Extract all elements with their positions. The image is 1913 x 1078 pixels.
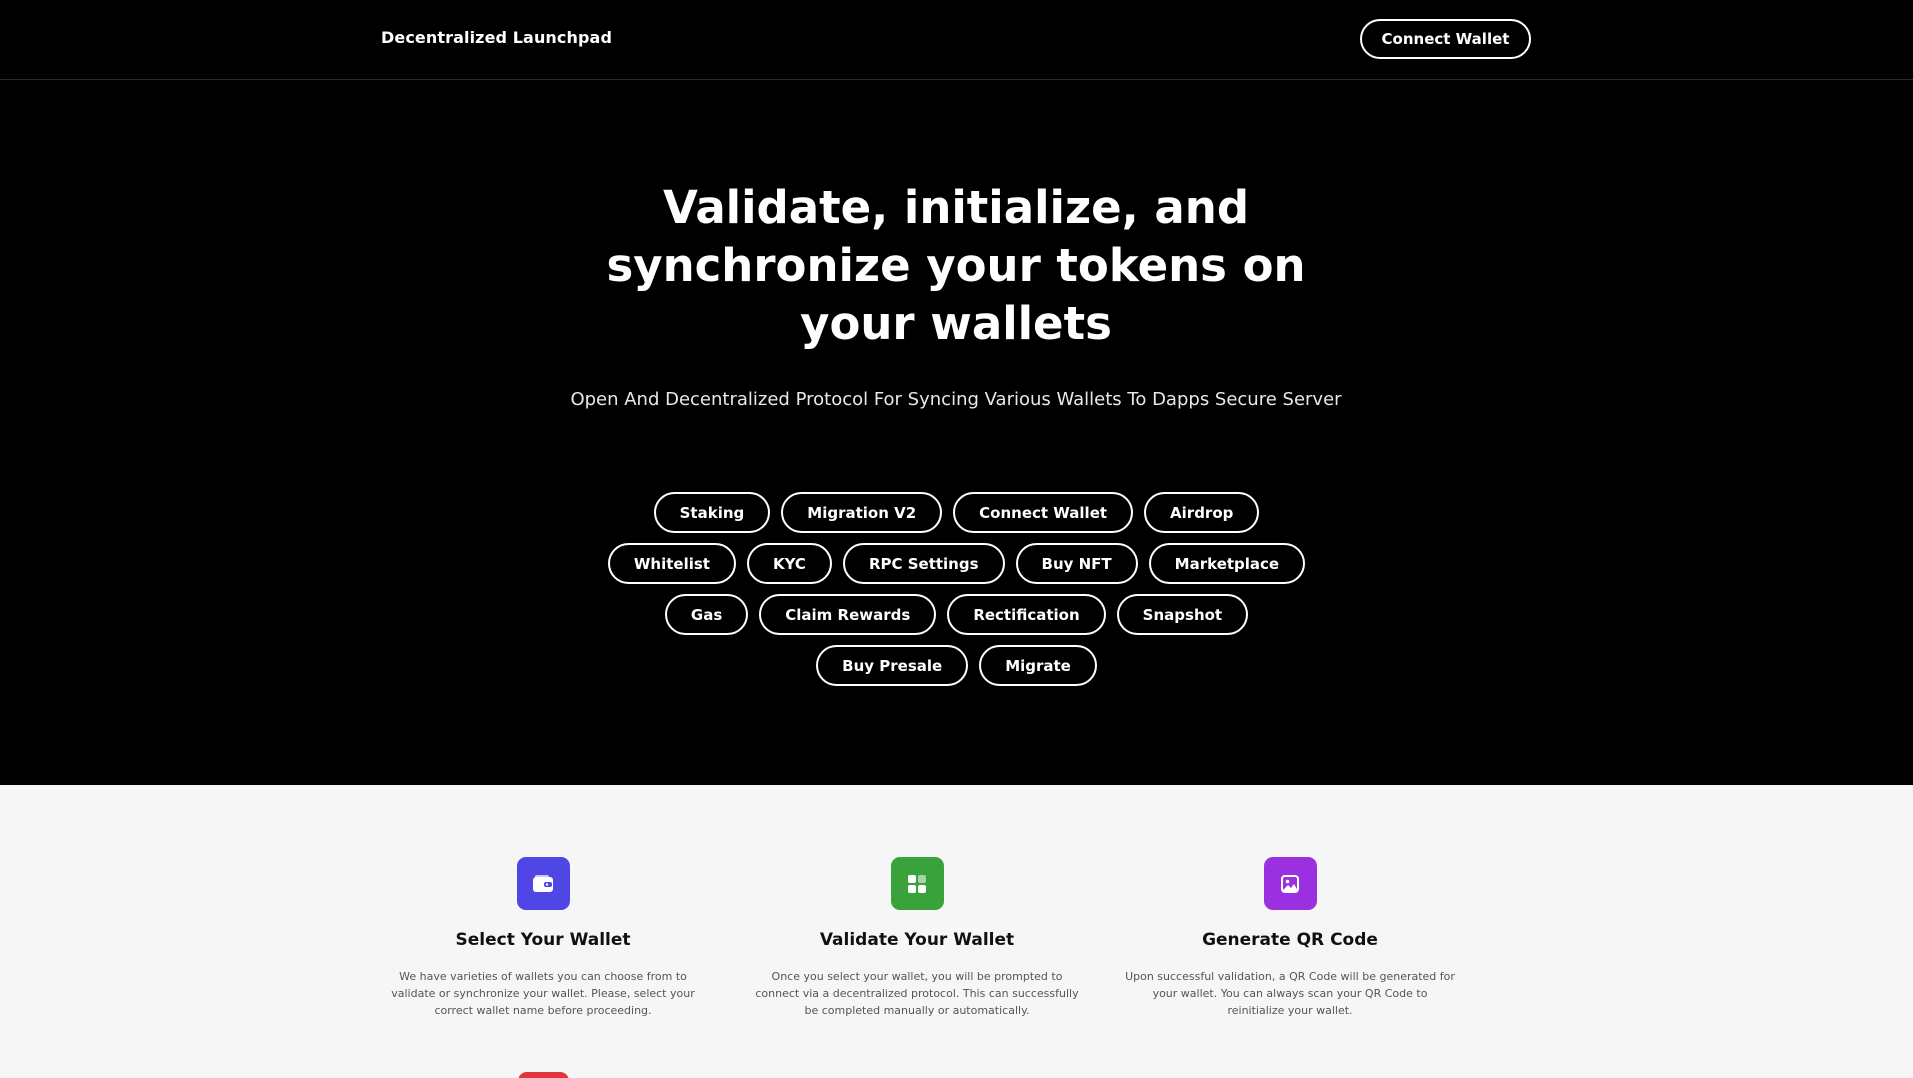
feature-card-validate-wallet: Validate Your Wallet Once you select you… — [752, 857, 1082, 1019]
feature-card-generate-qr: Generate QR Code Upon successful validat… — [1125, 857, 1455, 1019]
features-section: Select Your Wallet We have varieties of … — [0, 785, 1913, 1078]
hero-subtitle: Open And Decentralized Protocol For Sync… — [570, 389, 1342, 410]
chip-claim-rewards[interactable]: Claim Rewards — [759, 594, 937, 635]
chip-buy-nft[interactable]: Buy NFT — [1015, 543, 1138, 584]
chip-kyc[interactable]: KYC — [746, 543, 832, 584]
chip-row-4: Buy Presale Migrate — [0, 645, 1913, 686]
feature-title: Select Your Wallet — [455, 930, 631, 950]
wallet-icon — [516, 857, 570, 910]
top-header: Decentralized Launchpad Connect Wallet — [0, 0, 1913, 80]
brand-name[interactable]: Decentralized Launchpad — [381, 28, 612, 47]
feature-title: Validate Your Wallet — [819, 930, 1015, 950]
qr-image-icon — [1263, 857, 1317, 910]
chip-connect-wallet[interactable]: Connect Wallet — [953, 492, 1134, 533]
chip-rpc-settings[interactable]: RPC Settings — [842, 543, 1005, 584]
chip-marketplace[interactable]: Marketplace — [1148, 543, 1306, 584]
chip-migrate[interactable]: Migrate — [979, 645, 1097, 686]
chip-snapshot[interactable]: Snapshot — [1116, 594, 1249, 635]
feature-card-select-wallet: Select Your Wallet We have varieties of … — [378, 857, 708, 1019]
chip-whitelist[interactable]: Whitelist — [607, 543, 736, 584]
hero-title: Validate, initialize, and synchronize yo… — [606, 181, 1306, 350]
chip-airdrop[interactable]: Airdrop — [1144, 492, 1260, 533]
connect-wallet-button[interactable]: Connect Wallet — [1360, 19, 1531, 59]
chip-row-1: Staking Migration V2 Connect Wallet Aird… — [0, 492, 1913, 533]
chip-gas[interactable]: Gas — [664, 594, 749, 635]
feature-description: We have varieties of wallets you can cho… — [391, 970, 695, 1017]
feature-title: Generate QR Code — [1202, 930, 1378, 950]
chip-staking[interactable]: Staking — [653, 492, 771, 533]
chip-row-3: Gas Claim Rewards Rectification Snapshot — [0, 594, 1913, 635]
next-feature-icon — [518, 1072, 569, 1078]
chip-row-2: Whitelist KYC RPC Settings Buy NFT Marke… — [0, 543, 1913, 584]
hero-section: Validate, initialize, and synchronize yo… — [0, 81, 1913, 785]
chip-buy-presale[interactable]: Buy Presale — [816, 645, 969, 686]
feature-description: Upon successful validation, a QR Code wi… — [1125, 970, 1455, 1017]
chip-rectification[interactable]: Rectification — [947, 594, 1106, 635]
grid-icon — [890, 857, 944, 910]
feature-description: Once you select your wallet, you will be… — [755, 970, 1079, 1017]
chip-migration-v2[interactable]: Migration V2 — [781, 492, 943, 533]
